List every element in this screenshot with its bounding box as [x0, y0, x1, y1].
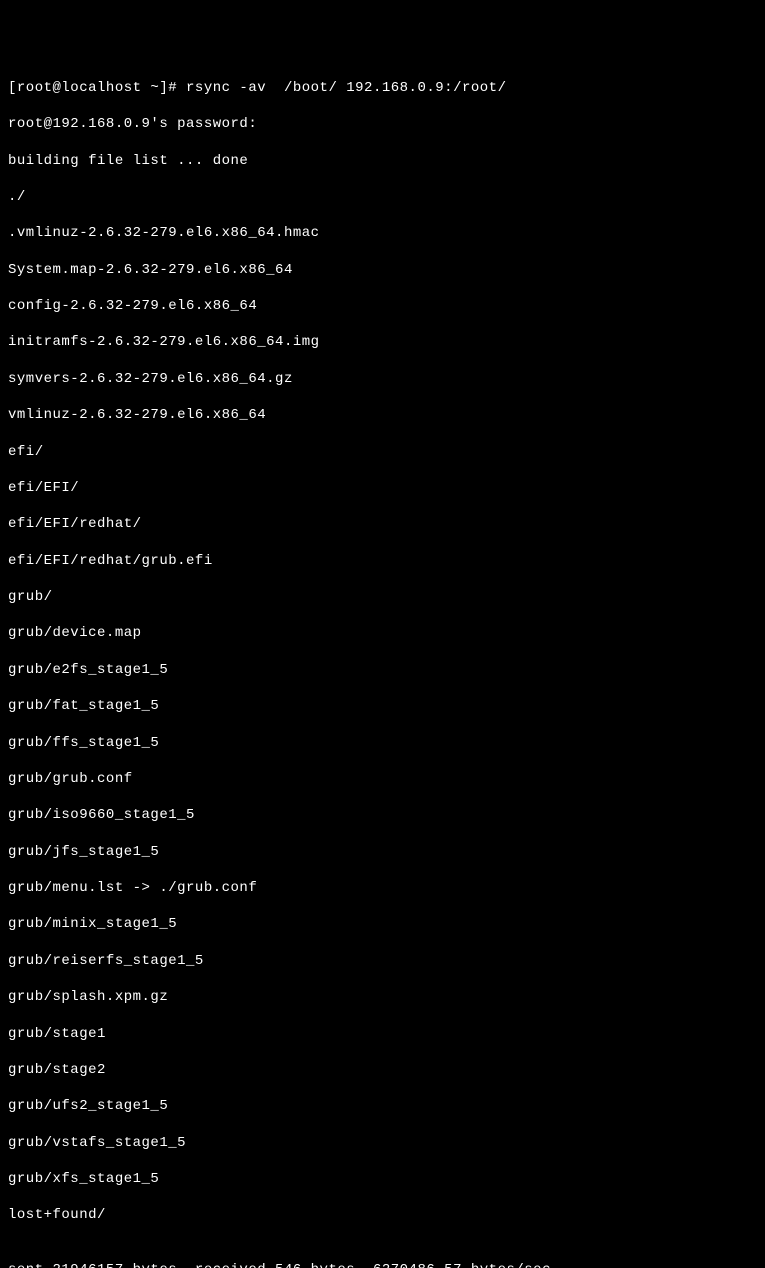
- file-entry: grub/minix_stage1_5: [8, 915, 757, 933]
- file-entry: grub/reiserfs_stage1_5: [8, 952, 757, 970]
- file-entry: efi/EFI/redhat/grub.efi: [8, 552, 757, 570]
- transfer-summary: sent 21946157 bytes received 546 bytes 6…: [8, 1261, 757, 1268]
- building-status: building file list ... done: [8, 152, 757, 170]
- file-entry: efi/EFI/: [8, 479, 757, 497]
- file-entry: grub/xfs_stage1_5: [8, 1170, 757, 1188]
- file-entry: config-2.6.32-279.el6.x86_64: [8, 297, 757, 315]
- file-entry: vmlinuz-2.6.32-279.el6.x86_64: [8, 406, 757, 424]
- file-entry: initramfs-2.6.32-279.el6.x86_64.img: [8, 333, 757, 351]
- file-entry: grub/menu.lst -> ./grub.conf: [8, 879, 757, 897]
- file-entry: ./: [8, 188, 757, 206]
- file-entry: System.map-2.6.32-279.el6.x86_64: [8, 261, 757, 279]
- file-entry: grub/vstafs_stage1_5: [8, 1134, 757, 1152]
- password-prompt[interactable]: root@192.168.0.9's password:: [8, 115, 757, 133]
- file-entry: grub/stage1: [8, 1025, 757, 1043]
- file-entry: grub/ffs_stage1_5: [8, 734, 757, 752]
- file-entry: grub/ufs2_stage1_5: [8, 1097, 757, 1115]
- file-entry: grub/: [8, 588, 757, 606]
- file-entry: .vmlinuz-2.6.32-279.el6.x86_64.hmac: [8, 224, 757, 242]
- file-entry: efi/EFI/redhat/: [8, 515, 757, 533]
- file-entry: symvers-2.6.32-279.el6.x86_64.gz: [8, 370, 757, 388]
- file-entry: grub/grub.conf: [8, 770, 757, 788]
- file-entry: grub/fat_stage1_5: [8, 697, 757, 715]
- terminal-command-line[interactable]: [root@localhost ~]# rsync -av /boot/ 192…: [8, 79, 757, 97]
- file-entry: grub/splash.xpm.gz: [8, 988, 757, 1006]
- file-entry: grub/e2fs_stage1_5: [8, 661, 757, 679]
- file-entry: grub/device.map: [8, 624, 757, 642]
- file-entry: grub/iso9660_stage1_5: [8, 806, 757, 824]
- file-entry: grub/stage2: [8, 1061, 757, 1079]
- file-entry: lost+found/: [8, 1206, 757, 1224]
- file-entry: efi/: [8, 443, 757, 461]
- file-entry: grub/jfs_stage1_5: [8, 843, 757, 861]
